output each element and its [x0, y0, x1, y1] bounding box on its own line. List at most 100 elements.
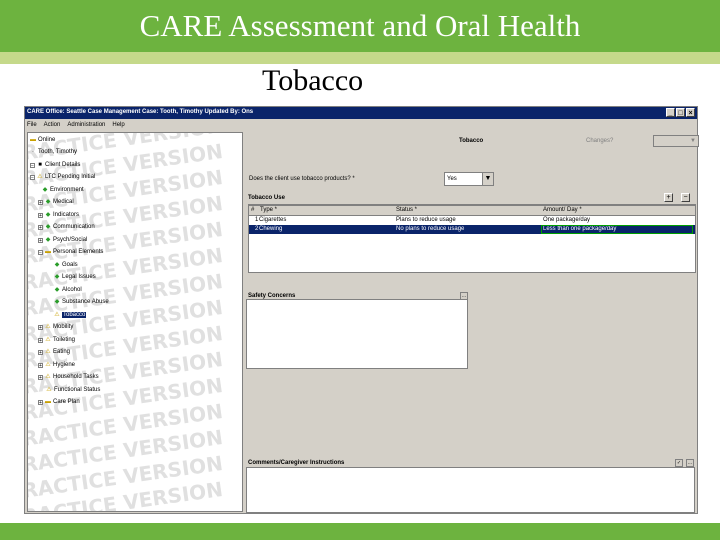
- menu-bar: File Action Administration Help: [25, 119, 699, 130]
- row-type: Cigarettes: [259, 217, 287, 223]
- tree-item-client-details[interactable]: − ■ Client Details: [30, 162, 80, 168]
- expand-icon[interactable]: +: [38, 237, 43, 243]
- column-header-type[interactable]: Type *: [260, 207, 277, 213]
- warning-icon: ⚠: [45, 337, 51, 343]
- tree-item-tobacco[interactable]: ⚠ Tobacco: [54, 312, 87, 318]
- expand-icon[interactable]: +: [38, 212, 43, 218]
- collapse-icon[interactable]: −: [30, 162, 35, 168]
- chevron-down-icon: ▼: [482, 173, 493, 185]
- cell-focus-outline: [541, 225, 693, 234]
- menu-action[interactable]: Action: [44, 122, 61, 128]
- tree-item-ltc-pending[interactable]: − ⚠ LTC Pending Initial: [30, 174, 95, 180]
- slide-subtitle: Tobacco: [262, 64, 364, 97]
- row-number: 2: [255, 226, 259, 232]
- tree-item-personal-elements[interactable]: − ▬ Personal Elements: [38, 249, 103, 255]
- collapse-icon[interactable]: −: [30, 174, 35, 180]
- column-header-amount[interactable]: Amount/ Day *: [543, 207, 582, 213]
- comments-expand-button[interactable]: ...: [686, 459, 694, 467]
- diamond-icon: ◆: [54, 287, 60, 293]
- diamond-icon: ◆: [45, 237, 51, 243]
- diamond-icon: ◆: [54, 274, 60, 280]
- tree-item-legal-issues[interactable]: ◆ Legal Issues: [54, 274, 96, 280]
- tree-item-mobility[interactable]: + ⚠ Mobility: [38, 324, 73, 330]
- expand-icon[interactable]: +: [38, 349, 43, 355]
- changes-label: Changes?: [586, 138, 614, 144]
- diamond-icon: ◆: [42, 187, 48, 193]
- title-rule: [0, 52, 720, 64]
- expand-icon[interactable]: +: [38, 362, 43, 368]
- collapse-icon[interactable]: −: [38, 249, 43, 255]
- form-title: Tobacco: [459, 138, 484, 144]
- bottom-band: [0, 523, 720, 540]
- warning-icon: ⚠: [54, 312, 60, 318]
- expand-icon[interactable]: +: [38, 374, 43, 380]
- slide-title-band: CARE Assessment and Oral Health: [0, 0, 720, 52]
- table-row[interactable]: 1 Cigarettes Plans to reduce usage One p…: [249, 216, 695, 225]
- maximize-icon[interactable]: □: [676, 108, 685, 117]
- tree-item-toileting[interactable]: + ⚠ Toileting: [38, 337, 75, 343]
- warning-icon: ⚠: [45, 349, 51, 355]
- tree-item-communication[interactable]: + ◆ Communication: [38, 224, 95, 230]
- column-header-number[interactable]: #: [251, 207, 254, 213]
- folder-icon: ▬: [30, 137, 36, 143]
- expand-icon[interactable]: +: [38, 224, 43, 230]
- minimize-icon[interactable]: _: [666, 108, 675, 117]
- tree-item-hygiene[interactable]: + ⚠ Hygiene: [38, 362, 75, 368]
- tree-item-alcohol[interactable]: ◆ Alcohol: [54, 287, 82, 293]
- tobacco-use-select[interactable]: Yes ▼: [444, 172, 494, 186]
- tree-item-environment[interactable]: ◆ Environment: [42, 187, 84, 193]
- window-title: CARE Office: Seattle Case Management Cas…: [27, 109, 254, 115]
- close-icon[interactable]: ×: [686, 108, 695, 117]
- row-status: Plans to reduce usage: [396, 217, 456, 223]
- table-header: # Type * Status * Amount/ Day *: [249, 206, 695, 216]
- expand-icon[interactable]: +: [38, 199, 43, 205]
- tree-item-psych-social[interactable]: + ◆ Psych/Social: [38, 237, 87, 243]
- tree-item-indicators[interactable]: + ◆ Indicators: [38, 212, 79, 218]
- row-amount: One package/day: [543, 217, 591, 223]
- expand-icon[interactable]: +: [38, 324, 43, 330]
- expand-icon[interactable]: +: [38, 399, 43, 405]
- tree-item-functional-status[interactable]: ⚠ Functional Status: [46, 387, 100, 393]
- tree-item-substance-abuse[interactable]: ◆ Substance Abuse: [54, 299, 109, 305]
- tree-item-client[interactable]: · Tooth, Timothy: [30, 149, 77, 155]
- tobacco-use-table: # Type * Status * Amount/ Day * 1 Cigare…: [248, 205, 696, 273]
- tree-item-online[interactable]: ▬ Online: [30, 137, 55, 143]
- watermark-text: PRACTICE VERSION: [28, 424, 225, 479]
- navigation-tree[interactable]: PRACTICE VERSION PRACTICE VERSION PRACTI…: [27, 132, 243, 512]
- column-header-status[interactable]: Status *: [396, 207, 417, 213]
- tree-item-household-tasks[interactable]: + ⚠ Household Tasks: [38, 374, 99, 380]
- warning-icon: ⚠: [46, 387, 52, 393]
- menu-administration[interactable]: Administration: [67, 122, 105, 128]
- diamond-icon: ◆: [54, 262, 60, 268]
- tree-item-eating[interactable]: + ⚠ Eating: [38, 349, 70, 355]
- table-row-selected[interactable]: 2 Chewing No plans to reduce usage Less …: [249, 225, 695, 234]
- add-row-button[interactable]: +: [664, 193, 673, 202]
- tobacco-question-label: Does the client use tobacco products? *: [249, 176, 355, 182]
- changes-select[interactable]: ▼: [653, 135, 699, 147]
- watermark-text: PRACTICE VERSION: [28, 476, 225, 512]
- chevron-down-icon: ▼: [690, 138, 696, 144]
- folder-icon: ▬: [45, 249, 51, 255]
- warning-icon: ⚠: [37, 174, 43, 180]
- tree-item-medical[interactable]: + ◆ Medical: [38, 199, 74, 205]
- warning-icon: ⚠: [45, 374, 51, 380]
- tree-item-goals[interactable]: ◆ Goals: [54, 262, 78, 268]
- diamond-icon: ◆: [45, 212, 51, 218]
- window-titlebar: CARE Office: Seattle Case Management Cas…: [25, 107, 697, 119]
- menu-file[interactable]: File: [27, 122, 37, 128]
- warning-icon: ⚠: [45, 324, 51, 330]
- row-number: 1: [255, 217, 259, 223]
- spellcheck-icon[interactable]: ✓: [675, 459, 683, 467]
- expand-icon[interactable]: +: [38, 337, 43, 343]
- diamond-icon: ◆: [45, 199, 51, 205]
- safety-concerns-textarea[interactable]: [246, 299, 468, 369]
- tree-item-care-plan[interactable]: + ▬ Care Plan: [38, 399, 80, 405]
- diamond-icon: ◆: [45, 224, 51, 230]
- comments-textarea[interactable]: [246, 467, 695, 513]
- menu-help[interactable]: Help: [112, 122, 124, 128]
- window-controls: _ □ ×: [666, 108, 695, 117]
- person-icon: ·: [32, 149, 34, 155]
- tobacco-use-heading: Tobacco Use: [248, 195, 696, 205]
- remove-row-button[interactable]: −: [681, 193, 690, 202]
- comments-label: Comments/Caregiver Instructions: [248, 460, 345, 466]
